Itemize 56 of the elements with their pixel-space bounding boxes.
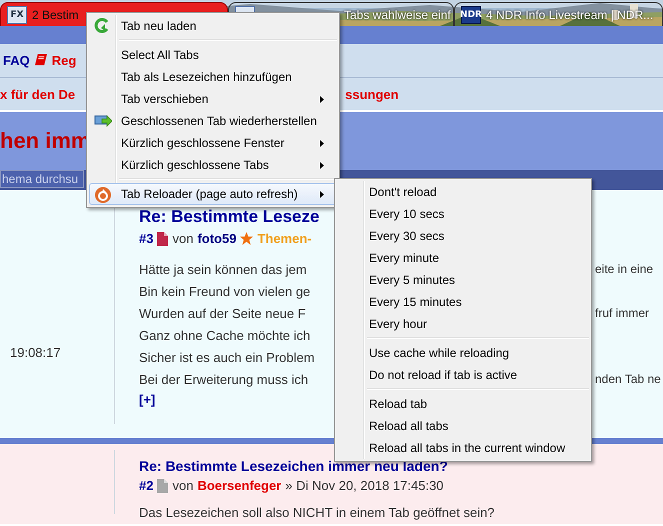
- post-text: Bei der Erweiterung muss ich: [139, 372, 308, 386]
- nav-link[interactable]: Reg: [52, 53, 76, 68]
- post-text: Ganz ohne Cache möchte ich: [139, 328, 310, 342]
- menu-item[interactable]: Tab Reloader (page auto refresh): [89, 183, 337, 205]
- author-link[interactable]: foto59: [197, 231, 236, 246]
- post-title[interactable]: Re: Bestimmte Lesezeichen immer neu laden?: [139, 458, 448, 474]
- post-title[interactable]: Re: Bestimmte Leseze: [139, 207, 320, 227]
- menu-item[interactable]: Every 30 secs: [337, 225, 589, 247]
- post-date: » Di Nov 20, 2018 17:45:30: [285, 478, 444, 493]
- notice-text: ssungen: [345, 86, 399, 102]
- menu-item[interactable]: Reload all tabs in the current window: [337, 437, 589, 459]
- post-time: 19:08:17: [9, 345, 62, 360]
- reload-icon: [94, 18, 110, 34]
- menu-item[interactable]: Kürzlich geschlossene Fenster: [89, 132, 337, 154]
- submenu-arrow-icon: [320, 96, 324, 103]
- rank-text: Themen-: [257, 231, 312, 246]
- star-icon: [240, 232, 254, 245]
- menu-item[interactable]: Every hour: [337, 313, 589, 335]
- menu-item[interactable]: Reload all tabs: [337, 415, 589, 437]
- post-text: Sicher ist es auch ein Problem: [139, 350, 315, 364]
- author-link[interactable]: Boersenfeger: [197, 478, 282, 493]
- post-text: fruf immer: [595, 306, 649, 320]
- book-icon: [34, 54, 47, 67]
- by-text: von: [172, 478, 194, 493]
- menu-item[interactable]: Select All Tabs: [89, 44, 337, 66]
- menu-item[interactable]: Every minute: [337, 247, 589, 269]
- post-text: Wurden auf der Seite neue F: [139, 306, 306, 320]
- menu-item[interactable]: Every 5 minutes: [337, 269, 589, 291]
- site-icon: NDR: [461, 6, 481, 24]
- post-number[interactable]: #3: [139, 231, 154, 246]
- menu-item[interactable]: Every 15 minutes: [337, 291, 589, 313]
- expand-link[interactable]: [+]: [139, 392, 156, 407]
- nav-link[interactable]: FAQ: [3, 53, 30, 68]
- search-field[interactable]: hema durchsu: [0, 170, 84, 188]
- menu-item[interactable]: Dont't reload: [337, 181, 589, 203]
- submenu-arrow-icon: [320, 162, 324, 169]
- post-text: Das Lesezeichen soll also NICHT in einem Tab geöffnet sein?: [139, 504, 495, 520]
- submenu-arrow-icon: [320, 140, 324, 147]
- menu-item[interactable]: Reload tab: [337, 393, 589, 415]
- by-text: von: [172, 231, 194, 246]
- menu-item[interactable]: Tab als Lesezeichen hinzufügen: [89, 66, 337, 88]
- submenu-arrow-icon: [320, 191, 324, 198]
- post-text: Bin kein Freund von vielen ge: [139, 284, 310, 298]
- notice-text: x für den De: [0, 86, 76, 102]
- site-icon: FX: [7, 6, 27, 24]
- menu-item[interactable]: Geschlossenen Tab wiederherstellen: [89, 110, 337, 132]
- post-text: eite in eine: [595, 262, 654, 276]
- menu-item[interactable]: Kürzlich geschlossene Tabs: [89, 154, 337, 176]
- post-text: nden Tab ne: [595, 372, 661, 386]
- menu-item[interactable]: Do not reload if tab is active: [337, 364, 589, 386]
- post-text: Hätte ja sein können das jem: [139, 262, 307, 276]
- post-number[interactable]: #2: [139, 478, 154, 493]
- menu-item[interactable]: Tab verschieben: [89, 88, 337, 110]
- menu-item[interactable]: Every 10 secs: [337, 203, 589, 225]
- window-arrow-icon: [94, 113, 112, 129]
- menu-item[interactable]: Use cache while reloading: [337, 342, 589, 364]
